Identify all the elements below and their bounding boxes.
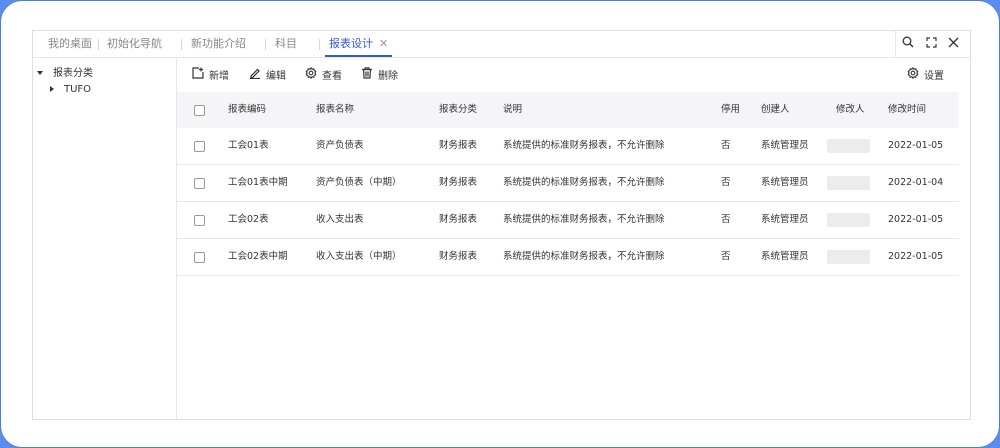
settings-label: 设置 [924,70,944,82]
table-header: 报表编码 报表名称 报表分类 说明 停用 创建人 修改人 修改时间 [177,92,959,128]
add-label: 新增 [209,70,229,82]
main-panel: 新增 编辑 查看 删除 设置 报表编码 报表名称 报表分类 说明 停用 创建人 … [177,58,970,419]
cell-creator: 系统管理员 [761,251,809,262]
tab-divider [319,39,320,50]
delete-label: 删除 [378,70,398,82]
cell-code: 工会02表 [228,214,269,225]
tab-my-desktop[interactable]: 我的桌面 [48,31,92,57]
cell-modifier-redacted [827,250,870,264]
tab-report-design[interactable]: 报表设计 ✕ [325,31,393,57]
cell-code: 工会02表中期 [228,251,288,262]
view-label: 查看 [322,70,342,82]
tree-node-root[interactable]: 报表分类 [37,64,93,79]
cell-modified-time: 2022-01-04 [888,177,944,188]
cell-disabled: 否 [721,214,731,225]
caret-down-icon[interactable] [37,71,43,75]
cell-name: 资产负债表（中期） [316,177,402,188]
row-checkbox[interactable] [194,178,205,189]
tab-init-nav[interactable]: 初始化导航 [107,31,162,57]
report-category-tree: 报表分类 TUFO [33,58,177,419]
close-icon[interactable] [944,35,962,53]
tree-node-tufo[interactable]: TUFO [50,84,91,95]
row-checkbox[interactable] [194,215,205,226]
cell-name: 收入支出表（中期） [316,251,402,262]
tab-label: 报表设计 [329,37,373,50]
cell-modified-time: 2022-01-05 [888,251,944,262]
table-row[interactable]: 工会01表 资产负债表 财务报表 系统提供的标准财务报表，不允许删除 否 系统管… [177,128,959,165]
column-header[interactable]: 报表编码 [228,92,266,128]
cell-description: 系统提供的标准财务报表，不允许删除 [503,140,665,151]
edit-button[interactable]: 编辑 [249,66,286,82]
view-button[interactable]: 查看 [305,66,342,82]
app-window: 我的桌面 初始化导航 新功能介绍 科目 报表设计 ✕ 报表分类 TUFO 新增 … [32,30,971,420]
cell-category: 财务报表 [439,177,478,188]
tree-node-label: TUFO [64,84,92,95]
tab-label: 我的桌面 [48,37,92,50]
tab-new-features[interactable]: 新功能介绍 [191,31,246,57]
tab-divider [181,39,182,50]
cell-description: 系统提供的标准财务报表，不允许删除 [503,251,665,262]
add-button[interactable]: 新增 [192,66,229,82]
row-checkbox[interactable] [194,141,205,152]
cell-modified-time: 2022-01-05 [888,140,944,151]
cell-creator: 系统管理员 [761,214,809,225]
column-header[interactable]: 修改人 [836,92,865,128]
app-frame: 我的桌面 初始化导航 新功能介绍 科目 报表设计 ✕ 报表分类 TUFO 新增 … [0,0,1000,448]
settings-button[interactable]: 设置 [907,66,944,82]
cell-name: 资产负债表 [316,140,364,151]
cell-modified-time: 2022-01-05 [888,214,944,225]
tab-divider [98,39,99,50]
edit-icon [249,67,266,82]
tab-subjects[interactable]: 科目 [275,31,297,57]
column-header[interactable]: 说明 [503,92,522,128]
tab-label: 科目 [275,37,297,50]
cell-disabled: 否 [721,251,731,262]
table-row[interactable]: 工会02表中期 收入支出表（中期） 财务报表 系统提供的标准财务报表，不允许删除… [177,239,959,276]
cell-description: 系统提供的标准财务报表，不允许删除 [503,214,665,225]
tab-divider [265,39,266,50]
cell-code: 工会01表中期 [228,177,288,188]
active-tab-indicator [325,55,393,57]
cell-creator: 系统管理员 [761,140,809,151]
cell-modifier-redacted [827,139,870,153]
caret-right-icon[interactable] [50,86,54,92]
search-icon[interactable] [899,35,917,53]
expand-icon[interactable] [922,35,940,53]
select-all-checkbox[interactable] [194,105,205,116]
column-header[interactable]: 报表名称 [316,92,354,128]
delete-button[interactable]: 删除 [361,66,398,82]
edit-label: 编辑 [266,70,286,82]
row-checkbox[interactable] [194,252,205,263]
tab-close-icon[interactable]: ✕ [379,37,388,50]
cell-disabled: 否 [721,177,731,188]
gear-icon [907,66,924,82]
tree-node-label: 报表分类 [53,68,93,79]
cell-category: 财务报表 [439,251,478,262]
column-header[interactable]: 停用 [721,92,740,128]
cell-name: 收入支出表 [316,214,364,225]
window-controls-divider [895,31,896,57]
tab-label: 新功能介绍 [191,37,246,50]
trash-icon [361,66,378,82]
column-header[interactable]: 创建人 [761,92,790,128]
cell-description: 系统提供的标准财务报表，不允许删除 [503,177,665,188]
column-header[interactable]: 修改时间 [888,92,926,128]
table-row[interactable]: 工会02表 收入支出表 财务报表 系统提供的标准财务报表，不允许删除 否 系统管… [177,202,959,239]
tab-label: 初始化导航 [107,37,162,50]
table-row[interactable]: 工会01表中期 资产负债表（中期） 财务报表 系统提供的标准财务报表，不允许删除… [177,165,959,202]
tab-bar: 我的桌面 初始化导航 新功能介绍 科目 报表设计 ✕ [33,31,970,58]
cell-category: 财务报表 [439,214,478,225]
cell-disabled: 否 [721,140,731,151]
toolbar: 新增 编辑 查看 删除 设置 [177,58,970,90]
cell-modifier-redacted [827,176,870,190]
column-header[interactable]: 报表分类 [439,92,477,128]
gear-icon [305,66,322,82]
cell-category: 财务报表 [439,140,478,151]
add-icon [192,66,209,82]
cell-modifier-redacted [827,213,870,227]
cell-creator: 系统管理员 [761,177,809,188]
cell-code: 工会01表 [228,140,269,151]
